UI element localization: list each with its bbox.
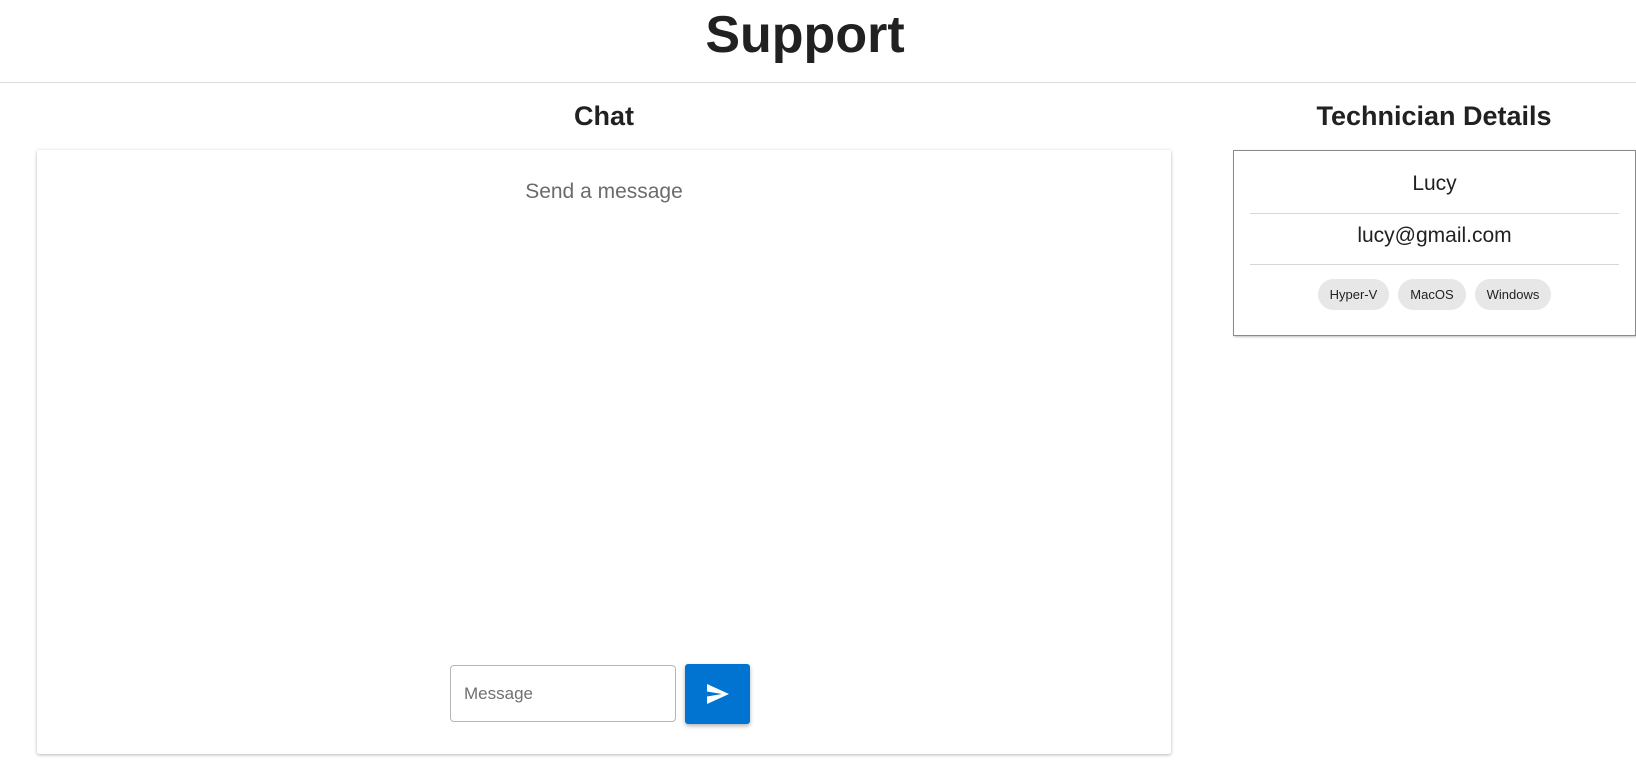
send-icon [706,684,729,704]
technician-card: Lucy lucy@gmail.com Hyper-V MacOS Window… [1233,150,1636,336]
chat-empty-placeholder: Send a message [525,180,683,203]
message-input[interactable] [450,665,676,722]
skill-chip: MacOS [1398,279,1466,310]
technician-email: lucy@gmail.com [1357,224,1512,247]
send-button[interactable] [685,664,750,724]
skill-chip: Hyper-V [1317,279,1390,310]
page-title: Support [705,6,905,64]
skill-chips: Hyper-V MacOS Windows [1234,279,1635,310]
divider [1250,264,1619,265]
app-header: Support [0,0,1636,83]
skill-chip: Windows [1474,279,1552,310]
technician-name: Lucy [1412,172,1457,195]
technician-details-heading: Technician Details [1316,101,1552,131]
chat-heading: Chat [574,101,634,131]
chat-panel: Send a message [37,150,1171,754]
divider [1250,213,1619,214]
